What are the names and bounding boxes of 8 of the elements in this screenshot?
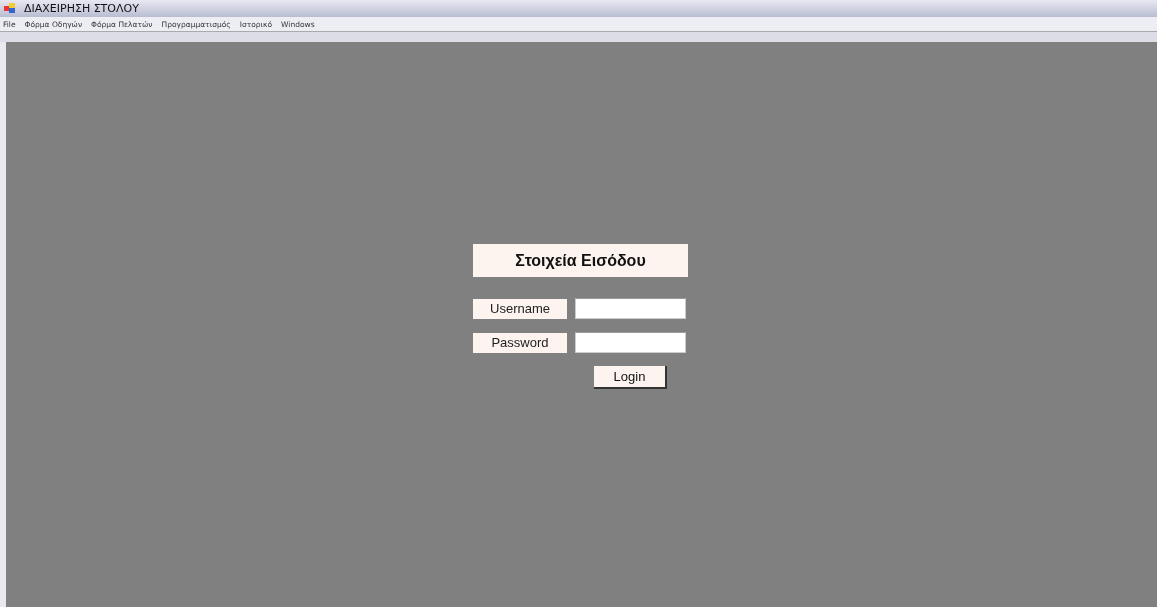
input-field[interactable] bbox=[575, 332, 686, 353]
input-field[interactable] bbox=[575, 298, 686, 319]
login-button[interactable]: Login bbox=[594, 366, 667, 389]
field-label: Username bbox=[473, 298, 567, 319]
app-icon bbox=[4, 3, 16, 14]
form-heading: Στοιχεία Εισόδου bbox=[473, 244, 688, 277]
field-label: Password bbox=[473, 332, 567, 353]
window-title: ΔΙΑΧΕΙΡΗΣΗ ΣΤΟΛΟΥ bbox=[24, 2, 139, 15]
